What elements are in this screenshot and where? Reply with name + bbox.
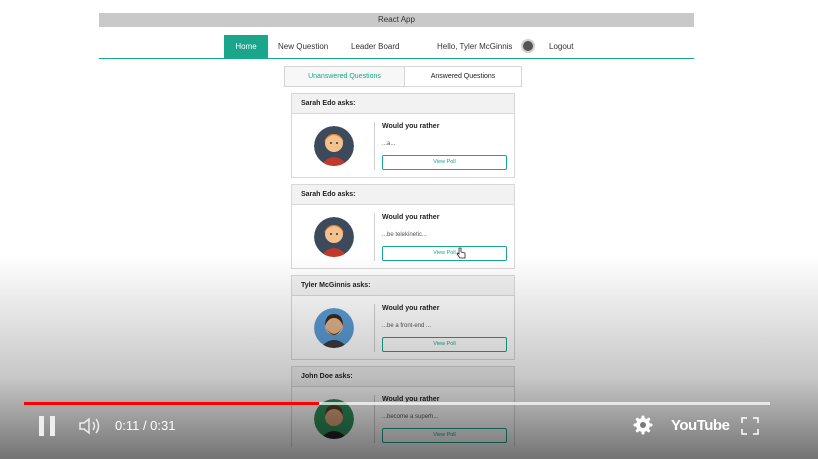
nav-new-question-link[interactable]: New Question	[278, 35, 328, 58]
fullscreen-button[interactable]	[741, 417, 759, 435]
view-poll-button[interactable]: View Poll	[382, 155, 507, 170]
question-tabs: Unanswered Questions Answered Questions	[284, 66, 522, 87]
card-divider	[374, 304, 375, 352]
tab-answered-questions[interactable]: Answered Questions	[404, 67, 521, 86]
question-author: Sarah Edo asks:	[292, 94, 514, 114]
card-divider	[374, 213, 375, 261]
progress-played	[24, 402, 319, 405]
question-card: Sarah Edo asks: Would you rather ...be t…	[291, 184, 515, 269]
tab-unanswered-questions[interactable]: Unanswered Questions	[285, 67, 404, 86]
nav-logout-link[interactable]: Logout	[549, 35, 573, 58]
card-divider	[374, 122, 375, 170]
sarah-avatar-icon	[314, 126, 354, 166]
settings-button[interactable]	[633, 415, 653, 435]
view-poll-button[interactable]: View Poll	[382, 428, 507, 443]
question-prompt: Would you rather	[382, 214, 440, 221]
question-card: Sarah Edo asks: Would you rather ...a...…	[291, 93, 515, 178]
sarah-avatar-icon	[314, 217, 354, 257]
question-snippet: ...a...	[382, 141, 396, 147]
volume-button[interactable]	[78, 417, 102, 435]
time-display: 0:11 / 0:31	[115, 418, 176, 433]
question-author: John Doe asks:	[292, 367, 514, 387]
question-author: Sarah Edo asks:	[292, 185, 514, 205]
question-card: Tyler McGinnis asks: Would you rather ..…	[291, 275, 515, 360]
volume-icon	[79, 417, 100, 435]
john-avatar-icon	[314, 399, 354, 439]
video-progress-bar[interactable]	[24, 402, 770, 405]
nav-home-link[interactable]: Home	[224, 35, 268, 58]
user-avatar-icon	[521, 39, 535, 53]
user-greeting: Hello, Tyler McGinnis	[437, 42, 513, 51]
gear-icon	[633, 415, 653, 435]
youtube-logo[interactable]: YouTube	[671, 417, 730, 434]
top-nav: Home New Question Leader Board Hello, Ty…	[99, 35, 694, 59]
question-snippet: ...become a superh...	[382, 414, 439, 420]
pause-icon	[50, 416, 55, 436]
pause-icon	[39, 416, 44, 436]
fullscreen-icon	[741, 417, 759, 435]
question-snippet: ...be a front-end ...	[382, 323, 432, 329]
tyler-avatar-icon	[314, 308, 354, 348]
pause-button[interactable]	[39, 416, 55, 436]
browser-title-bar: React App	[99, 13, 694, 27]
view-poll-button[interactable]: View Poll	[382, 337, 507, 352]
question-prompt: Would you rather	[382, 305, 440, 312]
question-card: John Doe asks: Would you rather ...becom…	[291, 366, 515, 447]
hand-cursor-icon	[456, 247, 466, 259]
video-frame[interactable]: React App Home New Question Leader Board…	[99, 0, 694, 447]
question-snippet: ...be telekinetic...	[382, 232, 428, 238]
nav-leader-board-link[interactable]: Leader Board	[351, 35, 399, 58]
question-prompt: Would you rather	[382, 123, 440, 130]
view-poll-button[interactable]: View Poll	[382, 246, 507, 261]
question-author: Tyler McGinnis asks:	[292, 276, 514, 296]
